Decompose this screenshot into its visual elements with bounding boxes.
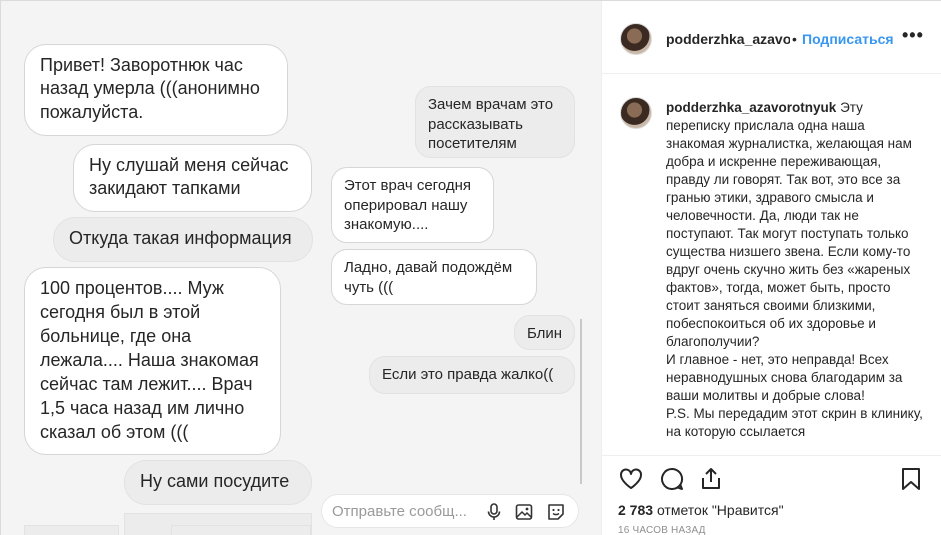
- chat-bubble-left: Привет! Заворотнюк час назад умерла (((а…: [24, 44, 288, 136]
- chat-bubble-right: Ладно, давай подождём чуть (((: [331, 249, 537, 305]
- caption-paragraph: P.S. Мы передадим этот скрин в клинику, …: [666, 406, 923, 439]
- chat-bubble-left: Ну сами посудите: [124, 460, 312, 505]
- chat-scrollbar: [580, 319, 582, 484]
- caption-username[interactable]: podderzhka_azavorotnyuk: [666, 100, 836, 115]
- post-actions: 2 783 отметок "Нравится" 16 ЧАСОВ НАЗАД: [602, 455, 941, 535]
- comment-icon[interactable]: [659, 466, 685, 492]
- more-options-icon[interactable]: •••: [902, 25, 924, 46]
- post-caption: podderzhka_azavorotnyuk Эту переписку пр…: [602, 75, 941, 455]
- avatar[interactable]: [620, 97, 652, 129]
- post-sidebar: podderzhka_azavoi • Подписаться ••• podd…: [602, 1, 941, 535]
- message-compose-field: Отправьте сообщ...: [321, 494, 579, 528]
- chat-bubble-left: Ну слушай меня сейчас закидают тапками: [73, 144, 312, 212]
- likes-label: отметок "Нравится": [656, 502, 784, 518]
- post-timestamp[interactable]: 16 ЧАСОВ НАЗАД: [618, 525, 706, 535]
- microphone-icon: [487, 503, 501, 520]
- header-username[interactable]: podderzhka_azavoi: [666, 31, 790, 47]
- chat-bubble-left: Откуда такая информация: [53, 217, 313, 262]
- image-icon: [515, 504, 533, 520]
- separator-dot: •: [792, 31, 797, 47]
- caption-paragraph: И главное - нет, это неправда! Всех нера…: [666, 352, 903, 403]
- caption-text: podderzhka_azavorotnyuk Эту переписку пр…: [666, 99, 924, 447]
- heart-icon[interactable]: [618, 466, 644, 492]
- sticker-icon: [548, 504, 564, 520]
- chat-bubble-right: Если это правда жалко((: [369, 356, 575, 394]
- caption-paragraph: Эту переписку прислала одна наша знакома…: [666, 100, 912, 349]
- post-header: podderzhka_azavoi • Подписаться •••: [602, 1, 941, 74]
- chat-bubble-partial: [171, 525, 311, 535]
- likes-summary[interactable]: 2 783 отметок "Нравится": [618, 502, 784, 518]
- post-image: Привет! Заворотнюк час назад умерла (((а…: [1, 1, 602, 535]
- compose-placeholder: Отправьте сообщ...: [332, 503, 467, 520]
- follow-button[interactable]: Подписаться: [802, 31, 894, 47]
- chat-bubble-right: Зачем врачам это рассказывать посетителя…: [415, 86, 575, 158]
- avatar[interactable]: [620, 23, 652, 55]
- chat-bubble-left: 100 процентов.... Муж сегодня был в этой…: [24, 267, 281, 455]
- chat-bubble-partial: [24, 525, 119, 535]
- likes-count: 2 783: [618, 502, 654, 518]
- instagram-post: Привет! Заворотнюк час назад умерла (((а…: [0, 0, 941, 535]
- chat-bubble-right: Этот врач сегодня оперировал нашу знаком…: [331, 167, 494, 243]
- share-icon[interactable]: [698, 466, 724, 492]
- chat-bubble-right: Блин: [514, 315, 575, 350]
- bookmark-icon[interactable]: [898, 466, 924, 492]
